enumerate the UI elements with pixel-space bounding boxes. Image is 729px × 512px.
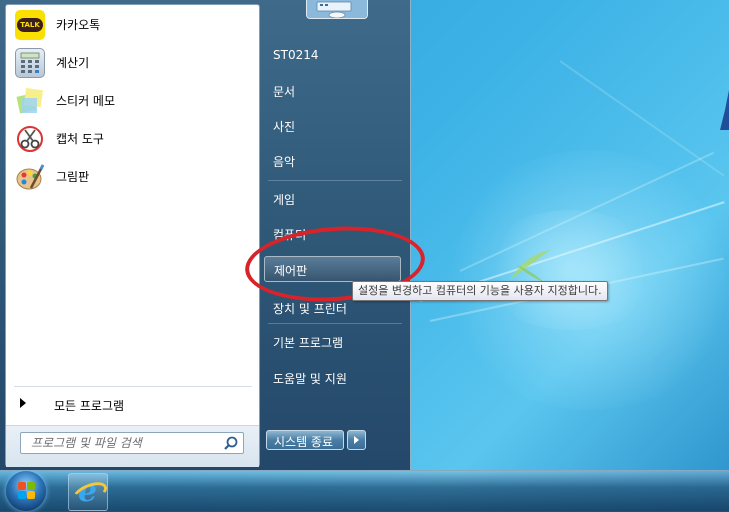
right-item-label: 문서 [273,85,296,99]
internet-explorer-taskbar-button[interactable]: e [68,473,111,511]
program-item-sticky-notes[interactable]: 스티커 메모 [9,83,255,119]
right-item-label: ST0214 [273,48,319,62]
user-account-picture[interactable] [306,0,368,19]
chevron-right-icon [354,436,359,444]
paint-icon [15,162,45,192]
program-label: 스티커 메모 [56,94,116,108]
program-label: 카카오톡 [56,18,101,32]
tooltip: 설정을 변경하고 컴퓨터의 기능을 사용자 지정합니다. [352,281,608,301]
calculator-icon [15,48,45,78]
right-item-user-folder[interactable]: ST0214 [264,43,404,69]
triangle-right-icon [20,398,26,408]
right-item-music[interactable]: 음악 [264,148,404,174]
search-input[interactable] [21,433,217,453]
right-item-pictures[interactable]: 사진 [264,113,404,139]
program-item-paint[interactable]: 그림판 [9,159,255,195]
right-item-help-support[interactable]: 도움말 및 지원 [264,365,404,391]
program-label: 그림판 [56,170,90,184]
programs-pane: TALK 카카오톡 계산기 스티커 메모 캡처 도구 그림판 모든 프로그램 프… [5,4,260,467]
right-item-documents[interactable]: 문서 [264,78,404,104]
right-item-label: 음악 [273,155,296,169]
windows-start-orb-icon[interactable] [6,471,46,511]
snipping-tool-icon [15,124,45,154]
divider [14,386,252,387]
program-label: 캡처 도구 [56,132,104,146]
search-box[interactable] [20,432,244,454]
search-area [6,425,259,467]
right-item-default-programs[interactable]: 기본 프로그램 [264,329,404,355]
divider [268,323,402,324]
divider [268,180,402,181]
all-programs-label: 모든 프로그램 [54,399,125,413]
program-item-snipping-tool[interactable]: 캡처 도구 [9,121,255,157]
program-item-calculator[interactable]: 계산기 [9,45,255,81]
sticky-notes-icon [15,86,45,116]
right-item-label: 게임 [273,193,296,207]
right-item-label: 도움말 및 지원 [273,372,347,386]
shutdown-options-button[interactable] [347,430,366,450]
bamboo-leaf-decoration [510,250,550,283]
right-item-label: 장치 및 프린터 [273,302,347,316]
right-item-label: 사진 [273,120,296,134]
program-label: 계산기 [56,56,90,70]
program-item-kakaotalk[interactable]: TALK 카카오톡 [9,7,255,43]
all-programs-button[interactable]: 모든 프로그램 [12,391,252,417]
search-icon[interactable] [223,435,239,451]
right-item-games[interactable]: 게임 [264,186,404,212]
shutdown-label: 시스템 종료 [274,435,334,449]
kakaotalk-icon: TALK [15,10,45,40]
windows-logo-fragment [720,90,729,130]
shutdown-button[interactable]: 시스템 종료 [266,430,344,450]
right-item-label: 기본 프로그램 [273,336,344,350]
taskbar [0,470,729,512]
